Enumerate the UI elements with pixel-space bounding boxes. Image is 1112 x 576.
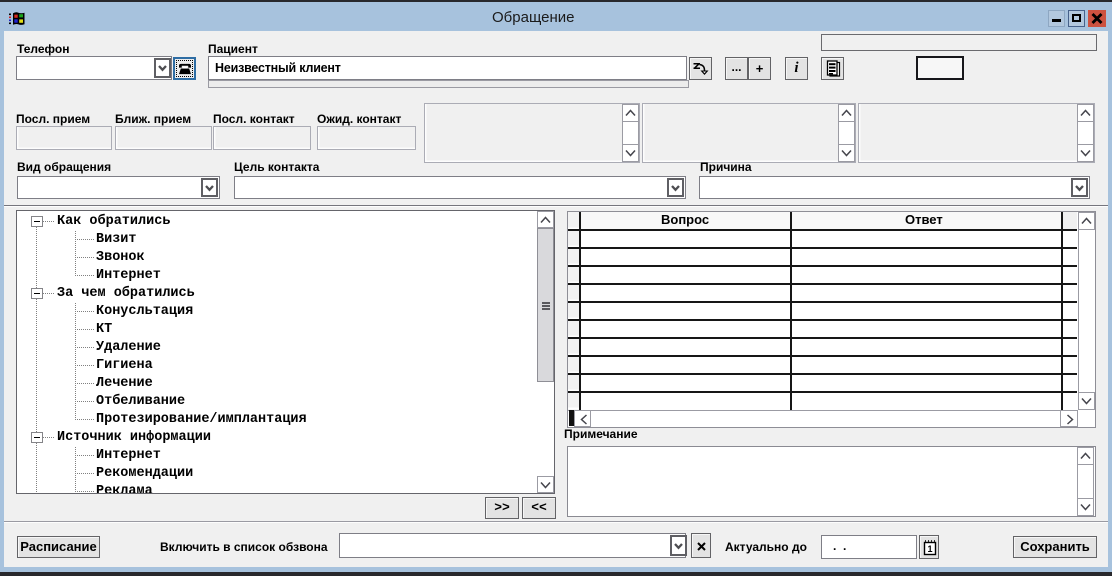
svg-text:1: 1 <box>927 544 932 554</box>
